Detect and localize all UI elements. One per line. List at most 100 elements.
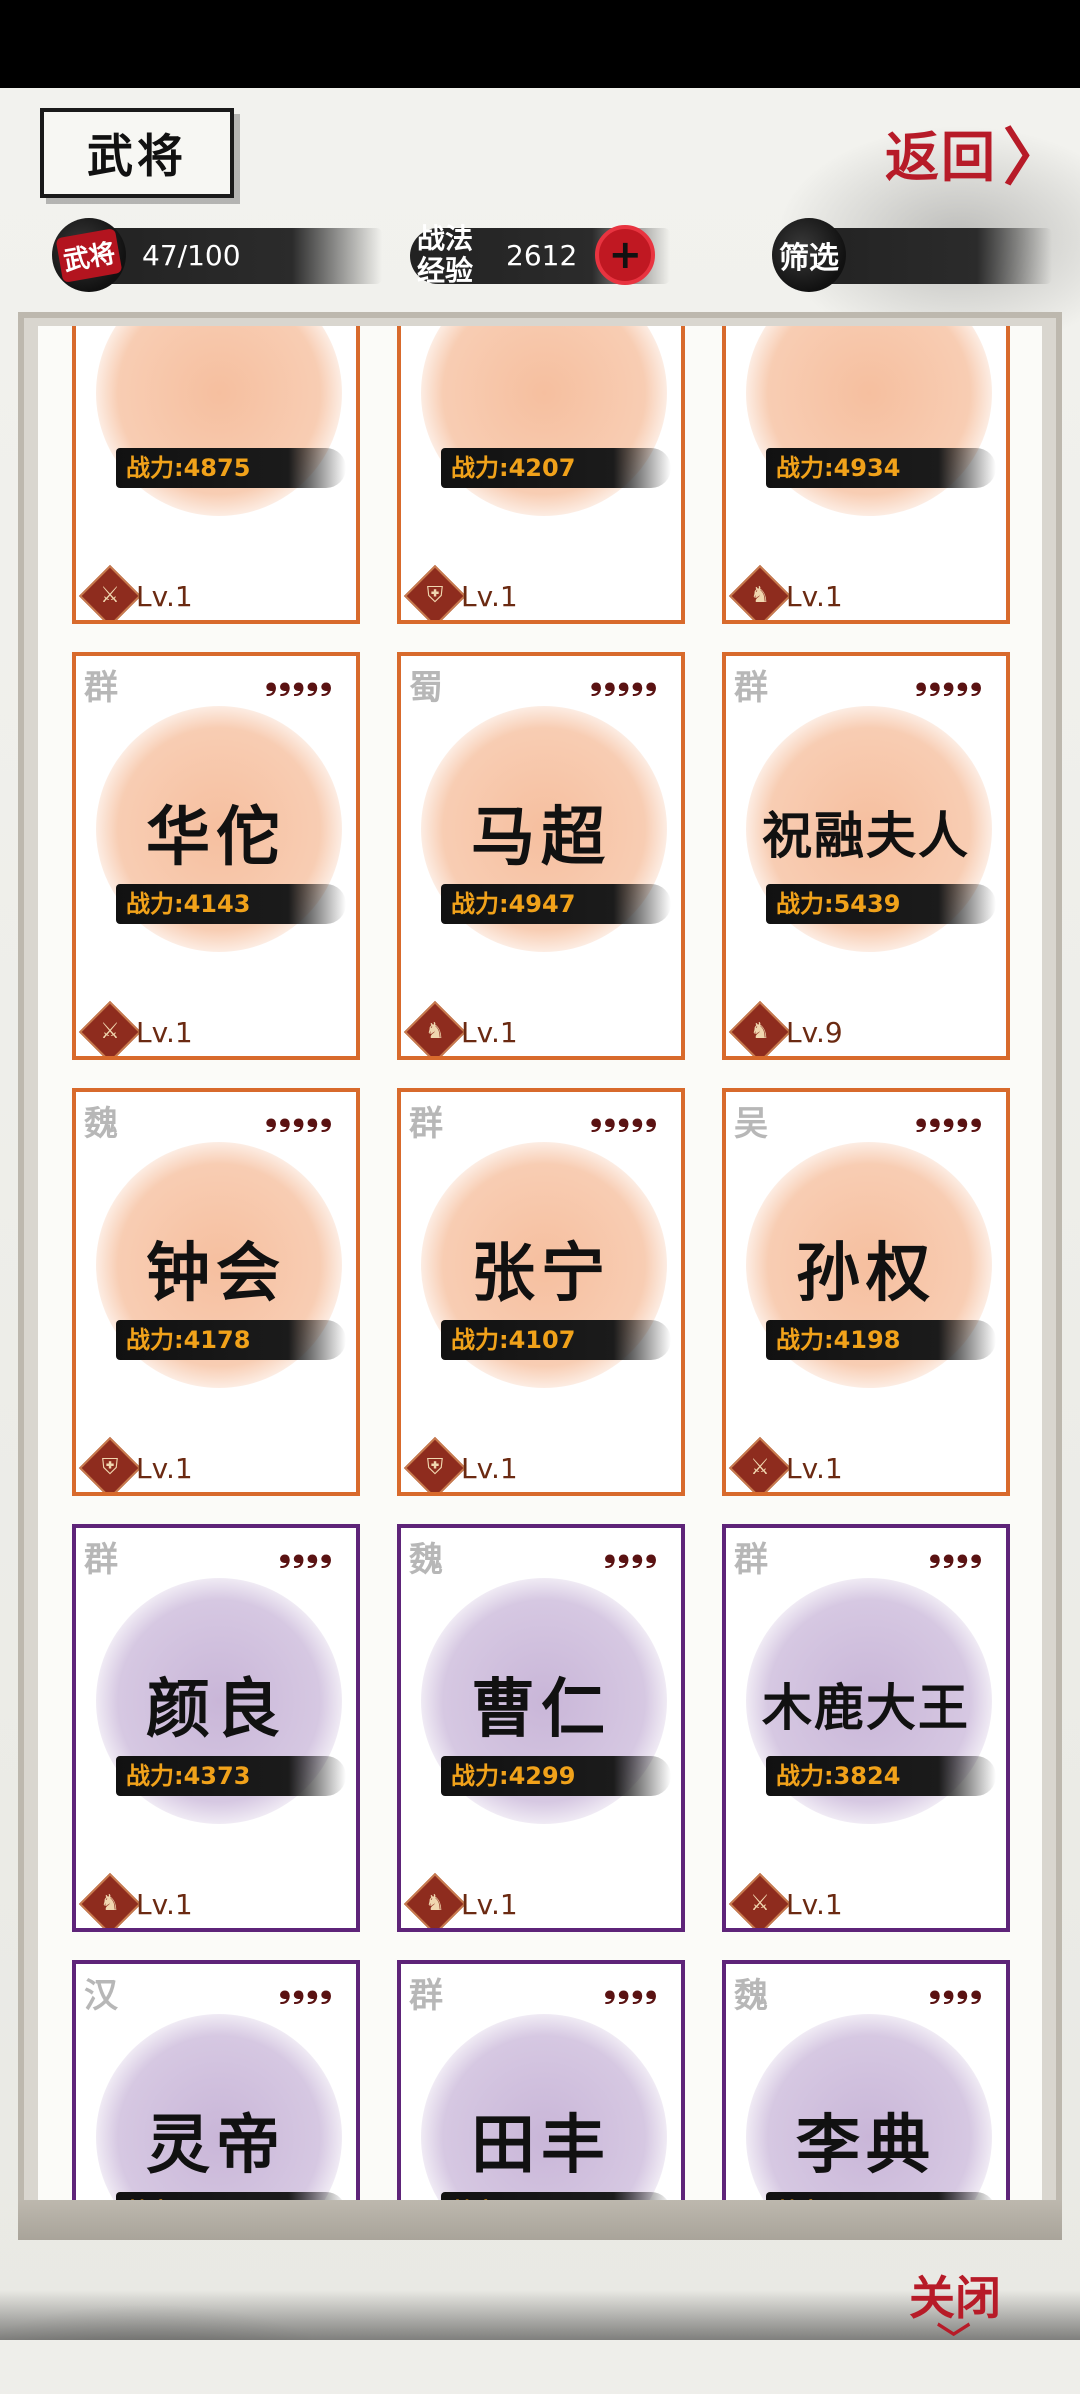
faction-label: 群 (84, 1540, 118, 1580)
tactic-exp-stat: 战法经验 2612 + (410, 212, 710, 298)
general-name: 祝融夫人 (762, 806, 970, 865)
level-label: Lv.1 (786, 1452, 843, 1485)
star-rating: ❟❟❟❟ (603, 1970, 659, 2005)
star-rating: ❟❟❟❟ (278, 1970, 334, 2005)
combat-power: 战力:4373 (116, 1756, 346, 1796)
combat-power: 战力:4947 (441, 884, 671, 924)
general-card[interactable]: 群 ❟❟❟❟ 木鹿大王战力:3824 ⚔ Lv.1 (722, 1524, 1010, 1932)
combat-power: 战力:4875 (116, 448, 346, 488)
spear-icon: ⚔ (728, 1872, 792, 1928)
star-rating: ❟❟❟❟ (603, 1534, 659, 1569)
general-card[interactable]: 群 ❟❟❟❟❟ 华佗 战力:4143 ⚔ Lv.1 (72, 652, 360, 1060)
combat-power: 战力:4299 (441, 1756, 671, 1796)
faction-label: 汉 (84, 1976, 118, 2016)
faction-label: 群 (734, 668, 768, 708)
chevron-right-icon: 〉 (1003, 121, 1068, 194)
horse-icon: ♞ (728, 1000, 792, 1056)
generals-count: 47/100 (142, 238, 241, 272)
shield-icon: ⛨ (78, 1436, 142, 1492)
close-button[interactable]: 关闭 〉 (900, 2262, 1010, 2356)
plus-icon: + (608, 232, 643, 278)
general-card[interactable]: 吴 ❟❟❟❟❟ 孙权战力:4198 ⚔ Lv.1 (722, 1088, 1010, 1496)
spear-icon: ⚔ (728, 1436, 792, 1492)
general-name: 孙权 (796, 1236, 936, 1311)
general-card[interactable]: 战力:4875 ⚔ Lv.1 (72, 326, 360, 624)
general-card[interactable]: 魏 ❟❟❟❟ 李典战力:3735 (722, 1960, 1010, 2200)
back-button[interactable]: 返回 〉 (885, 112, 1075, 194)
general-card[interactable]: 蜀 ❟❟❟❟❟ 马超战力:4947 ♞ Lv.1 (397, 652, 685, 1060)
general-card[interactable]: 群 ❟❟❟❟❟ 张宁 战力:4107 ⛨ Lv.1 (397, 1088, 685, 1496)
combat-power: 战力:3746 (116, 2192, 346, 2200)
general-card[interactable]: 汉 ❟❟❟❟ 灵帝战力:3746 (72, 1960, 360, 2200)
faction-label: 魏 (734, 1976, 768, 2016)
general-name: 灵帝 (146, 2108, 286, 2183)
level-label: Lv.1 (136, 580, 193, 613)
general-name: 木鹿大王 (762, 1678, 970, 1737)
faction-label: 魏 (84, 1104, 118, 1144)
chevron-down-icon: 〉 (931, 2321, 972, 2356)
star-rating: ❟❟❟❟❟ (915, 1098, 984, 1133)
shield-icon: ⛨ (403, 564, 467, 620)
star-rating: ❟❟❟❟ (928, 1970, 984, 2005)
general-name: 钟会 (146, 1236, 286, 1311)
combat-power: 战力:3824 (766, 1756, 996, 1796)
star-rating: ❟❟❟❟❟ (590, 662, 659, 697)
horse-icon: ♞ (728, 564, 792, 620)
faction-label: 群 (734, 1540, 768, 1580)
horse-icon: ♞ (403, 1872, 467, 1928)
star-rating: ❟❟❟❟❟ (265, 1098, 334, 1133)
faction-label: 群 (409, 1104, 443, 1144)
level-label: Lv.1 (461, 1016, 518, 1049)
level-label: Lv.9 (786, 1016, 843, 1049)
general-name: 华佗 (146, 800, 286, 875)
tactic-exp-value: 2612 (506, 238, 578, 272)
faction-label: 群 (409, 1976, 443, 2016)
general-card[interactable]: 群 ❟❟❟❟ 颜良 战力:4373 ♞ Lv.1 (72, 1524, 360, 1932)
generals-count-stat: 武将 47/100 (52, 212, 382, 298)
star-rating: ❟❟❟❟❟ (915, 662, 984, 697)
general-name: 曹仁 (471, 1672, 611, 1747)
level-label: Lv.1 (461, 580, 518, 613)
general-name: 张宁 (471, 1236, 611, 1311)
level-label: Lv.1 (786, 1888, 843, 1921)
general-name: 田丰 (471, 2108, 611, 2183)
status-bar (0, 0, 1080, 88)
star-rating: ❟❟❟❟ (278, 1534, 334, 1569)
spear-icon: ⚔ (78, 564, 142, 620)
filter-button[interactable]: 筛选 (772, 212, 1062, 298)
star-rating: ❟❟❟❟❟ (265, 662, 334, 697)
combat-power: 战力:4178 (116, 1320, 346, 1360)
level-label: Lv.1 (461, 1888, 518, 1921)
generals-seal-icon: 武将 (52, 218, 126, 292)
horse-icon: ♞ (78, 1872, 142, 1928)
horse-icon: ♞ (403, 1000, 467, 1056)
combat-power: 战力:5439 (766, 884, 996, 924)
general-card[interactable]: 战力:4934 ♞ Lv.1 (722, 326, 1010, 624)
star-rating: ❟❟❟❟ (928, 1534, 984, 1569)
faction-label: 蜀 (409, 668, 443, 708)
general-name: 李典 (796, 2108, 936, 2183)
faction-label: 吴 (734, 1104, 768, 1144)
faction-label: 魏 (409, 1540, 443, 1580)
general-card[interactable]: 魏 ❟❟❟❟ 曹仁战力:4299 ♞ Lv.1 (397, 1524, 685, 1932)
general-card[interactable]: 群 ❟❟❟❟ 田丰战力:3450 (397, 1960, 685, 2200)
combat-power: 战力:4107 (441, 1320, 671, 1360)
star-rating: ❟❟❟❟❟ (590, 1098, 659, 1133)
general-list[interactable]: 战力:4875 ⚔ Lv.1 战力:4207 ⛨ Lv.1 战力:4934 ♞ Lv.1 群 ❟❟❟… (38, 326, 1042, 2200)
general-card[interactable]: 群 ❟❟❟❟❟ 祝融夫人战力:5439 ♞ Lv.9 (722, 652, 1010, 1060)
filter-seal-icon: 筛选 (772, 218, 846, 292)
add-exp-button[interactable]: + (595, 225, 656, 285)
back-label: 返回 (885, 124, 997, 189)
level-label: Lv.1 (136, 1888, 193, 1921)
combat-power: 战力:4198 (766, 1320, 996, 1360)
combat-power: 战力:3450 (441, 2192, 671, 2200)
general-name: 马超 (471, 800, 611, 875)
general-card[interactable]: 魏 ❟❟❟❟❟ 钟会 战力:4178 ⛨ Lv.1 (72, 1088, 360, 1496)
shield-icon: ⛨ (403, 1436, 467, 1492)
combat-power: 战力:4934 (766, 448, 996, 488)
combat-power: 战力:4143 (116, 884, 346, 924)
general-card[interactable]: 战力:4207 ⛨ Lv.1 (397, 326, 685, 624)
tactic-exp-label: 战法经验 (416, 222, 473, 287)
spear-icon: ⚔ (78, 1000, 142, 1056)
level-label: Lv.1 (136, 1016, 193, 1049)
